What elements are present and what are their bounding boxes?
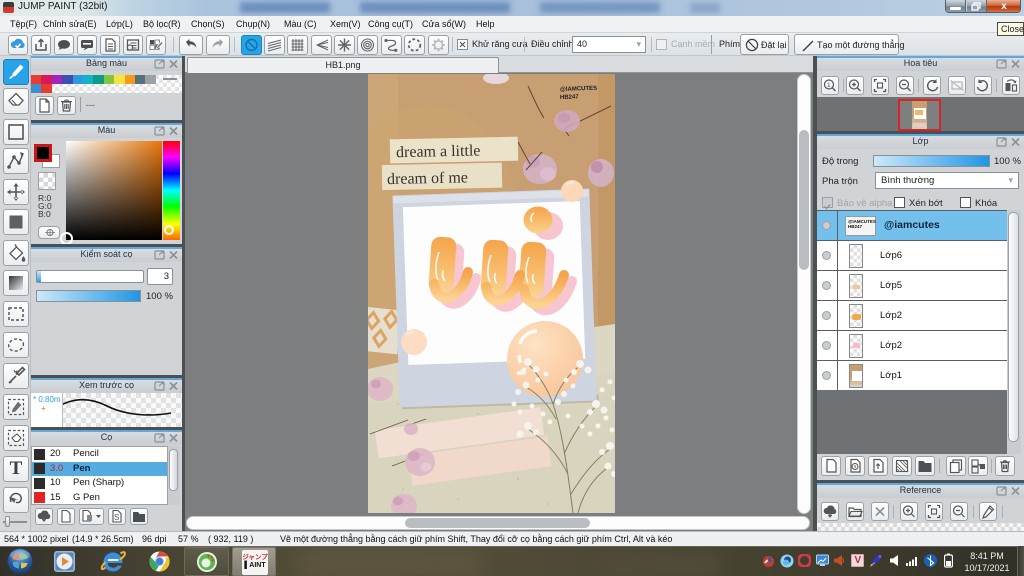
svg-text:dream a little: dream a little [396,142,481,161]
svg-text:1: 1 [827,82,831,89]
svg-text:dream of me: dream of me [387,169,468,188]
svg-text:HB247: HB247 [560,94,580,101]
svg-text:S: S [114,513,119,522]
